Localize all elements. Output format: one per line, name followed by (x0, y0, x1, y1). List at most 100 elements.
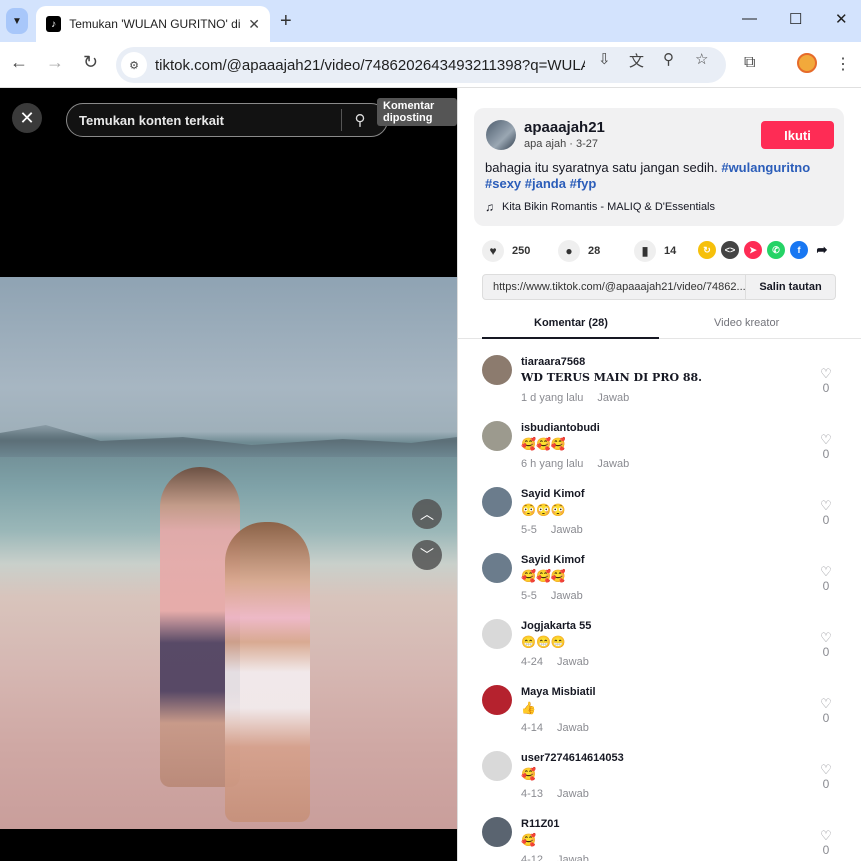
comment-like[interactable]: ♡ 0 (818, 828, 834, 858)
avatar[interactable] (486, 120, 516, 150)
reply-button[interactable]: Jawab (557, 656, 589, 668)
comment-like[interactable]: ♡ 0 (818, 499, 834, 528)
music-info[interactable]: ♫ Kita Bikin Romantis - MALIQ & D'Essent… (485, 200, 715, 214)
translate-icon[interactable]: 文 (629, 50, 644, 71)
avatar[interactable] (482, 355, 512, 385)
reply-button[interactable]: Jawab (597, 392, 629, 404)
music-title[interactable]: Kita Bikin Romantis - MALIQ & D'Essentia… (502, 201, 715, 213)
avatar[interactable] (482, 751, 512, 781)
comment-like[interactable]: ♡ 0 (818, 367, 834, 396)
comment-author[interactable]: R11Z01 (521, 818, 560, 830)
heart-icon[interactable]: ♥ (482, 240, 504, 262)
comment-like[interactable]: ♡ 0 (818, 631, 834, 660)
comment-author[interactable]: Jogjakarta 55 (521, 620, 591, 632)
comment-author[interactable]: user7274614614053 (521, 752, 624, 764)
like-count: 250 (512, 245, 531, 257)
comment-time: 4-12 (521, 854, 544, 861)
author-name[interactable]: apaaajah21 (524, 119, 605, 136)
share-link[interactable]: https://www.tiktok.com/@apaaajah21/video… (483, 281, 745, 293)
comment-author[interactable]: Sayid Kimof (521, 488, 585, 500)
browser-tab[interactable]: ♪ Temukan 'WULAN GURITNO' di ✕ (36, 6, 270, 42)
hashtag[interactable]: #fyp (570, 176, 597, 191)
reload-icon[interactable]: ↻ (83, 52, 98, 73)
reply-button[interactable]: Jawab (557, 854, 589, 861)
site-settings-icon[interactable]: ⚙ (121, 52, 147, 78)
comment-time: 1 d yang lalu (521, 392, 584, 404)
comment-like[interactable]: ♡ 0 (818, 433, 834, 462)
comment-author[interactable]: isbudiantobudi (521, 422, 600, 434)
bookmark-star-icon[interactable]: ☆ (695, 50, 708, 68)
embed-icon[interactable]: <> (721, 241, 739, 259)
comment-like[interactable]: ♡ 0 (818, 763, 834, 792)
comment-text: 🥰 (521, 767, 536, 781)
reply-button[interactable]: Jawab (597, 458, 629, 470)
comment-like-count: 0 (822, 513, 830, 527)
comment-author[interactable]: Maya Misbiatil (521, 686, 596, 698)
comment-item: tiaraara7568 WD TERUS MAIN DI PRO 88. 1 … (458, 351, 861, 417)
comment-text: 👍 (521, 701, 536, 715)
menu-icon[interactable]: ⋮ (835, 54, 851, 74)
avatar[interactable] (482, 421, 512, 451)
zoom-icon[interactable]: ⚲ (663, 50, 674, 68)
video-frame (0, 277, 457, 829)
copy-link-button[interactable]: Salin tautan (745, 275, 835, 299)
facebook-icon[interactable]: f (790, 241, 808, 259)
comment-text: 🥰🥰🥰 (521, 569, 566, 583)
side-panel: apaaajah21 apa ajah · 3-27 Ikuti bahagia… (457, 88, 861, 861)
send-icon[interactable]: ➤ (744, 241, 762, 259)
avatar[interactable] (482, 817, 512, 847)
comment-count: 28 (588, 245, 601, 257)
close-icon[interactable]: ✕ (248, 16, 260, 33)
search-input[interactable] (79, 112, 341, 128)
minimize-icon[interactable]: — (742, 10, 757, 27)
hashtag[interactable]: #wulanguritno (721, 160, 810, 175)
comment-like[interactable]: ♡ 0 (818, 697, 834, 726)
url-text[interactable]: tiktok.com/@apaaajah21/video/74862026434… (155, 57, 585, 74)
music-note-icon: ♫ (485, 200, 494, 214)
comment-item: user7274614614053 🥰 4-13 Jawab ♡ 0 (458, 747, 861, 813)
share-arrow-icon[interactable]: ➦ (813, 241, 831, 259)
tab-creator-videos[interactable]: Video kreator (714, 317, 779, 329)
tooltip: Komentar diposting (377, 98, 457, 126)
tab-comments[interactable]: Komentar (28) (534, 317, 608, 329)
comment-author[interactable]: tiaraara7568 (521, 356, 585, 368)
chevron-up-icon[interactable]: ︿ (412, 499, 442, 529)
close-icon[interactable]: ✕ (12, 103, 42, 133)
window-close-icon[interactable]: ✕ (835, 10, 848, 28)
heart-outline-icon: ♡ (820, 564, 832, 579)
profile-avatar[interactable] (797, 53, 817, 73)
comment-item: Maya Misbiatil 👍 4-14 Jawab ♡ 0 (458, 681, 861, 747)
reply-button[interactable]: Jawab (557, 788, 589, 800)
follow-button[interactable]: Ikuti (761, 121, 834, 149)
reply-button[interactable]: Jawab (551, 590, 583, 602)
maximize-icon[interactable]: ☐ (789, 10, 802, 28)
avatar[interactable] (482, 619, 512, 649)
whatsapp-icon[interactable]: ✆ (767, 241, 785, 259)
comment-item: R11Z01 🥰 4-12 Jawab ♡ 0 (458, 813, 861, 861)
forward-icon[interactable]: → (46, 52, 64, 73)
bookmark-icon[interactable]: ▮ (634, 240, 656, 262)
extensions-icon[interactable]: ⧉ (744, 54, 755, 72)
chevron-down-icon[interactable]: ▼ (6, 8, 28, 34)
install-app-icon[interactable]: ⇩ (598, 50, 611, 68)
back-icon[interactable]: ← (10, 52, 28, 73)
reply-button[interactable]: Jawab (557, 722, 589, 734)
comment-meta: 4-12 Jawab (521, 854, 589, 861)
search-icon[interactable]: ⚲ (342, 111, 378, 129)
plus-icon[interactable]: + (280, 10, 292, 33)
comment-icon[interactable]: ● (558, 240, 580, 262)
heart-outline-icon: ♡ (820, 828, 832, 843)
comment-author[interactable]: Sayid Kimof (521, 554, 585, 566)
hashtag[interactable]: #janda (525, 176, 566, 191)
comment-item: isbudiantobudi 🥰🥰🥰 6 h yang lalu Jawab ♡ 0 (458, 417, 861, 483)
comment-time: 4-13 (521, 788, 544, 800)
comment-like[interactable]: ♡ 0 (818, 564, 834, 594)
avatar[interactable] (482, 553, 512, 583)
video-player[interactable]: ✕ ⚲ Komentar diposting ︿ ﹀ (0, 88, 457, 861)
avatar[interactable] (482, 487, 512, 517)
chevron-down-icon[interactable]: ﹀ (412, 540, 442, 570)
avatar[interactable] (482, 685, 512, 715)
hashtag[interactable]: #sexy (485, 176, 521, 191)
repost-icon[interactable]: ↻ (698, 241, 716, 259)
reply-button[interactable]: Jawab (551, 524, 583, 536)
